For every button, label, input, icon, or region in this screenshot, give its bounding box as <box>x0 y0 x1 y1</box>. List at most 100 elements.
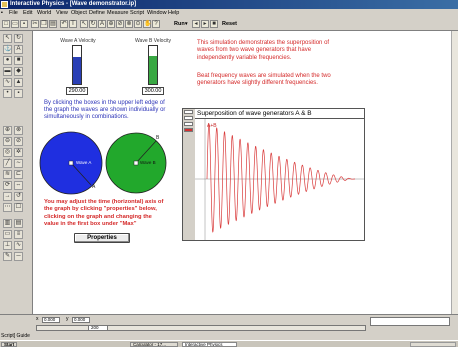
vertical-scrollbar[interactable] <box>451 31 458 314</box>
gear-icon[interactable]: ✲ <box>14 148 23 157</box>
menu-define[interactable]: Define <box>89 9 105 18</box>
join-icon[interactable]: ⊗ <box>125 20 133 28</box>
pen-icon[interactable]: ✎ <box>3 252 12 261</box>
square-point-tool-icon[interactable]: ▪ <box>14 89 23 98</box>
slot-joint-icon[interactable]: ⊖ <box>3 137 12 146</box>
actuator-icon[interactable]: ⇔ <box>14 181 23 190</box>
torque-icon[interactable]: ↺ <box>14 192 23 201</box>
step-forward-icon[interactable]: ▸ <box>201 20 209 28</box>
separator-icon[interactable]: ⋯ <box>3 203 12 212</box>
copy-icon[interactable]: ❐ <box>40 20 48 28</box>
meter-b-value[interactable]: 300.00 <box>142 87 164 95</box>
pin-joint-icon[interactable]: ⊕ <box>3 126 12 135</box>
square-tool-icon[interactable]: ■ <box>14 56 23 65</box>
y-value-box[interactable]: 0.000 <box>72 317 90 323</box>
menu-edit[interactable]: Edit <box>23 9 32 18</box>
stop-icon[interactable]: ■ <box>210 20 218 28</box>
select-arrow-icon[interactable]: ↖ <box>80 20 88 28</box>
mouse-icon[interactable]: ☐ <box>14 203 23 212</box>
reset-button[interactable]: Reset <box>222 20 237 28</box>
force-icon[interactable]: → <box>3 192 12 201</box>
beat-text: Beat frequency waves are simulated when … <box>197 73 331 87</box>
curve-tool-icon[interactable]: ∿ <box>3 78 12 87</box>
rod-icon[interactable]: ╱ <box>3 159 12 168</box>
text-tool-icon[interactable]: T <box>69 20 77 28</box>
intro-text: This simulation demonstrates the superpo… <box>197 40 330 61</box>
tool-palette: ↖ ↻ ⚓ A ● ■ ▬ ◆ ∿ ▲ • ▪ ⊕ ⊗ ⊖ ⊘ ◎ ✲ ╱ ∼ … <box>0 31 33 314</box>
weight-icon[interactable]: ⊥ <box>3 241 12 250</box>
taskbar-interactive-physics[interactable]: Interactive Physics <box>182 342 237 347</box>
triangle-tool-icon[interactable]: ▲ <box>14 78 23 87</box>
graph-control-icon[interactable]: ∿ <box>14 241 23 250</box>
polygon-tool-icon[interactable]: ◆ <box>14 67 23 76</box>
menu-icon[interactable]: ▪ <box>1 9 3 18</box>
taskbar: Start Calculator - 17... Interactive Phy… <box>0 340 458 347</box>
rotate-tool-icon[interactable]: ↻ <box>14 34 23 43</box>
properties-button[interactable]: Properties <box>74 233 130 243</box>
graph-plot[interactable]: A+B <box>195 119 364 240</box>
meter-a-value[interactable]: 290.00 <box>66 87 88 95</box>
run-dropdown-icon[interactable]: ▾ <box>185 20 188 28</box>
graph-title: Superposition of wave generators A & B <box>195 109 364 119</box>
zoom-icon[interactable]: A <box>98 20 106 28</box>
pulley-icon[interactable]: ◎ <box>3 148 12 157</box>
motor-icon[interactable]: ⟳ <box>3 181 12 190</box>
adjust-instructions: You may adjust the time (horizontal) axi… <box>44 199 164 227</box>
graph-toggle-box-3[interactable] <box>184 122 193 126</box>
keyed-slot-icon[interactable]: ⊘ <box>14 137 23 146</box>
graph-toggle-box-1[interactable] <box>184 110 193 114</box>
point-tool-icon[interactable]: • <box>3 89 12 98</box>
rope-icon[interactable]: ∼ <box>14 159 23 168</box>
graph-toggle-box-4[interactable] <box>184 128 193 132</box>
open-icon[interactable]: ▭ <box>11 20 19 28</box>
text-tool-icon[interactable]: A <box>14 45 23 54</box>
button-control-icon[interactable]: ▭ <box>3 230 12 239</box>
new-icon[interactable]: □ <box>2 20 10 28</box>
menu-script[interactable]: Script <box>130 9 144 18</box>
undo-icon[interactable]: ↶ <box>60 20 68 28</box>
wave-b-center <box>133 160 139 166</box>
meter-b-label: Wave B Velocity <box>135 38 171 44</box>
hand-icon[interactable]: ✋ <box>143 20 151 28</box>
menu-world[interactable]: World <box>37 9 51 18</box>
spring-icon[interactable]: ≋ <box>3 170 12 179</box>
meter-icon[interactable]: ▥ <box>3 219 12 228</box>
menu-measure[interactable]: Measure <box>107 9 128 18</box>
help-icon[interactable]: ? <box>152 20 160 28</box>
meter-a-track <box>72 45 82 85</box>
horizontal-scrollbar[interactable] <box>36 325 366 331</box>
menu-help[interactable]: Help <box>168 9 179 18</box>
anchor-tool-icon[interactable]: ⚓ <box>3 45 12 54</box>
menu-control-icon[interactable]: ≡ <box>14 230 23 239</box>
graph-toggle-box-2[interactable] <box>184 116 193 120</box>
menu-window[interactable]: Window <box>147 9 167 18</box>
step-back-icon[interactable]: ◂ <box>192 20 200 28</box>
damper-icon[interactable]: ⊏ <box>14 170 23 179</box>
arrow-tool-icon[interactable]: ↖ <box>3 34 12 43</box>
taskbar-calculator[interactable]: Calculator - 17... <box>130 342 178 347</box>
line-icon[interactable]: ─ <box>14 252 23 261</box>
slider-control-icon[interactable]: ▤ <box>14 219 23 228</box>
rigid-joint-icon[interactable]: ⊗ <box>14 126 23 135</box>
zoom-box[interactable]: 200 <box>88 325 108 331</box>
split-icon[interactable]: ⊘ <box>116 20 124 28</box>
meter-a-label: Wave A Velocity <box>60 38 96 44</box>
rectangle-tool-icon[interactable]: ▬ <box>3 67 12 76</box>
x-value-box[interactable]: 0.000 <box>42 317 60 323</box>
menu-file[interactable]: File <box>9 9 18 18</box>
wave-curve <box>206 123 355 233</box>
run-button[interactable]: Run <box>174 20 185 28</box>
menu-object[interactable]: Object <box>71 9 87 18</box>
rotate-icon[interactable]: ↻ <box>89 20 97 28</box>
system-tray <box>410 342 456 347</box>
pin-icon[interactable]: ⊕ <box>107 20 115 28</box>
menu-view[interactable]: View <box>56 9 68 18</box>
cut-icon[interactable]: ✂ <box>31 20 39 28</box>
magnify-icon[interactable]: ⊙ <box>134 20 142 28</box>
app-status-label: Script] Guide <box>1 333 30 339</box>
save-icon[interactable]: ▪ <box>20 20 28 28</box>
wave-b-point-label: B <box>156 135 160 141</box>
circle-tool-icon[interactable]: ● <box>3 56 12 65</box>
start-button[interactable]: Start <box>1 342 17 347</box>
paste-icon[interactable]: ▤ <box>49 20 57 28</box>
